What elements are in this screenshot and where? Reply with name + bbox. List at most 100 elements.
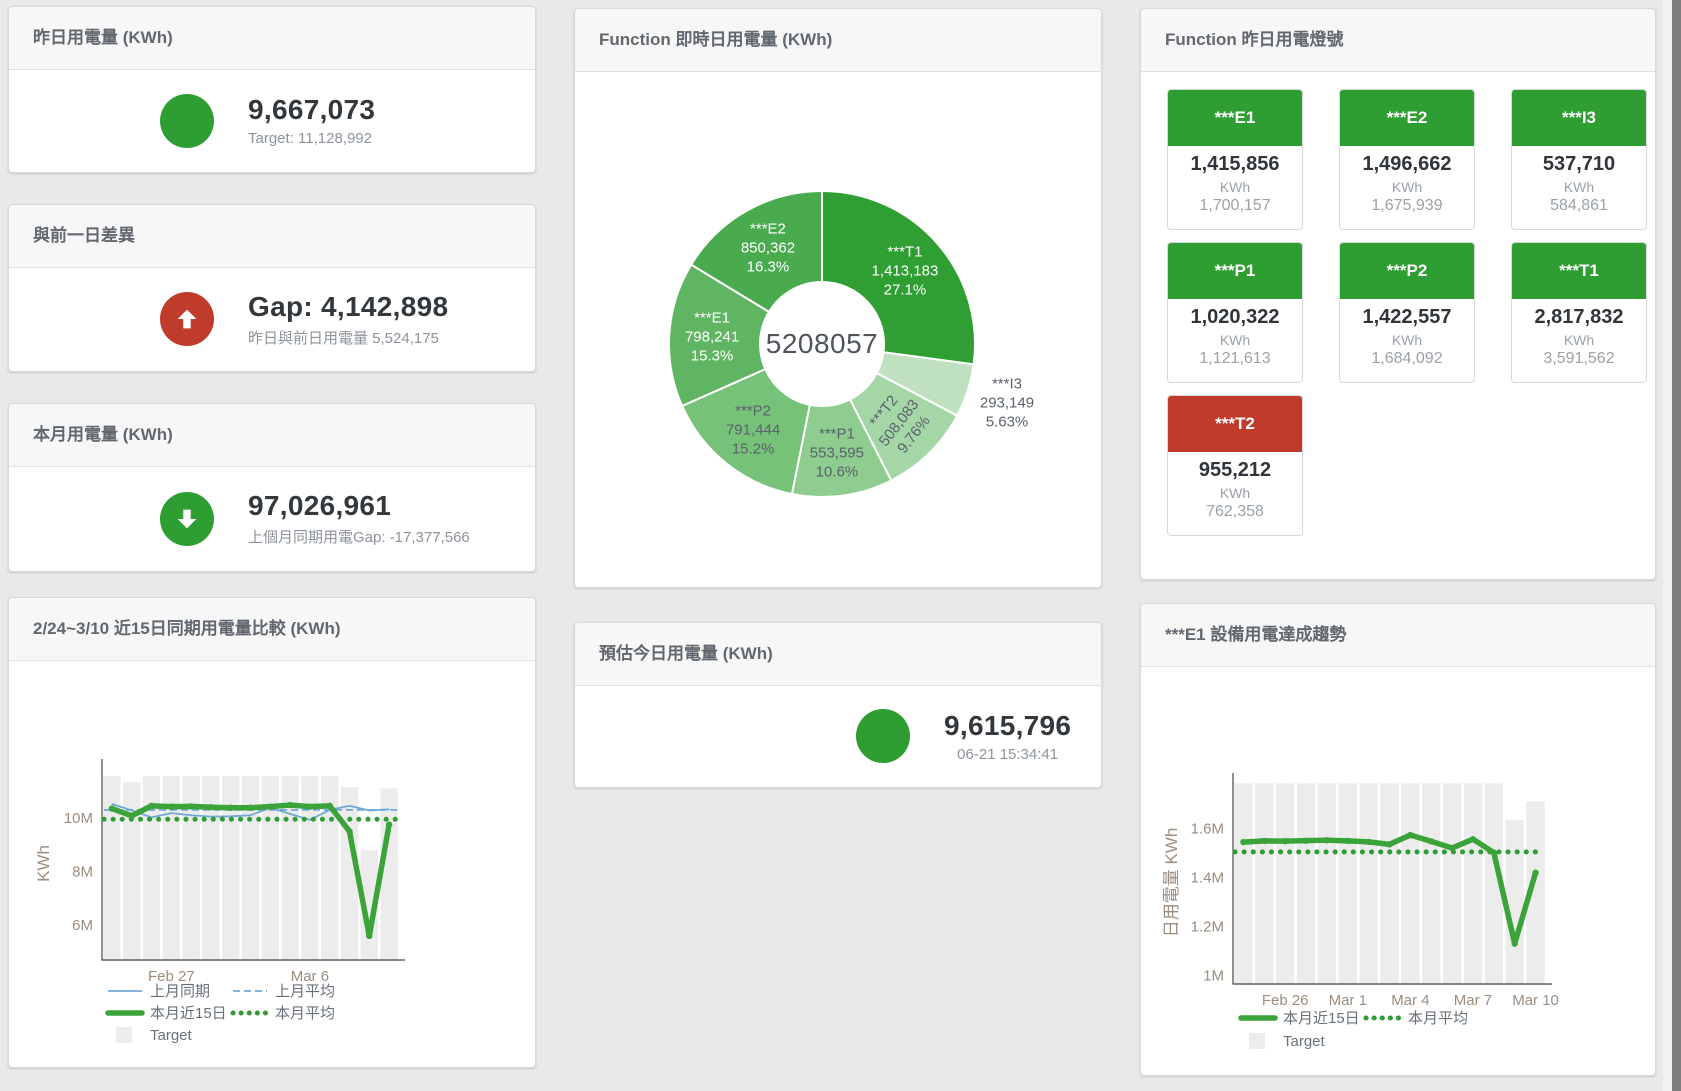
stat-row: 97,026,961 上個月同期用電Gap: -17,377,566: [9, 466, 535, 571]
device-tile-P1[interactable]: ***P11,020,322KWh1,121,613: [1167, 242, 1303, 383]
card-status-lights: Function 昨日用電燈號 ***E11,415,856KWh1,700,1…: [1140, 8, 1656, 580]
status-circle-icon: [856, 709, 910, 763]
data-point: [109, 805, 115, 811]
power-dashboard: 昨日用電量 (KWh) 9,667,073 Target: 11,128,992…: [0, 0, 1681, 1091]
data-point: [1345, 838, 1351, 844]
arrow-up-icon: [160, 292, 214, 346]
legend-item-上月同期[interactable]: 上月同期: [108, 983, 210, 1000]
device-tile-T2[interactable]: ***T2955,212KWh762,358: [1167, 395, 1303, 536]
tile-value: 2,817,832: [1512, 306, 1646, 329]
legend-item-本月平均[interactable]: 本月平均: [1366, 1010, 1468, 1027]
legend-label: 本月近15日: [1283, 1010, 1360, 1027]
data-point: [1428, 838, 1434, 844]
status-circle-icon: [160, 94, 214, 148]
scrollbar-thumb[interactable]: [1672, 0, 1681, 1091]
data-point: [1303, 837, 1309, 843]
card-realtime-donut: Function 即時日用電量 (KWh) 5208057 ***T11,413…: [574, 8, 1102, 588]
tile-value: 955,212: [1168, 459, 1302, 482]
data-point: [1491, 849, 1497, 855]
tile-unit: KWh: [1340, 332, 1474, 348]
stat-row: 9,667,073 Target: 11,128,992: [9, 69, 535, 172]
legend-item-Target[interactable]: Target: [1249, 1033, 1326, 1050]
stat-value: 97,026,961: [248, 490, 470, 522]
tile-value: 1,496,662: [1340, 153, 1474, 176]
tile-unit: KWh: [1168, 332, 1302, 348]
card-gap-previous-day: 與前一日差異 Gap: 4,142,898 昨日與前日用電量 5,524,175: [8, 204, 536, 372]
stat-subtext: Target: 11,128,992: [248, 130, 375, 147]
target-bar: [1443, 783, 1461, 984]
device-tile-T1[interactable]: ***T12,817,832KWh3,591,562: [1511, 242, 1647, 383]
device-tile-E2[interactable]: ***E21,496,662KWh1,675,939: [1339, 89, 1475, 230]
target-bar: [202, 776, 219, 960]
y-tick-label: 6M: [72, 917, 93, 934]
legend-label: Target: [150, 1027, 193, 1044]
data-point: [1282, 838, 1288, 844]
card-title: 昨日用電量 (KWh): [9, 7, 535, 70]
arrow-down-icon: [160, 492, 214, 546]
tile-target: 1,675,939: [1340, 197, 1474, 215]
data-point: [1386, 841, 1392, 847]
tile-label: ***T1: [1512, 243, 1646, 299]
legend-item-Target[interactable]: Target: [116, 1027, 193, 1044]
legend-item-本月平均[interactable]: 本月平均: [233, 1005, 335, 1022]
card-title: 預估今日用電量 (KWh): [575, 623, 1101, 686]
stat-row: 9,615,796 06-21 15:34:41: [575, 685, 1101, 787]
tile-target: 1,684,092: [1340, 350, 1474, 368]
device-tile-P2[interactable]: ***P21,422,557KWh1,684,092: [1339, 242, 1475, 383]
legend-swatch: [1249, 1033, 1265, 1049]
x-tick-label: Mar 1: [1329, 992, 1367, 1009]
data-point: [168, 803, 174, 809]
legend-label: 本月平均: [275, 1005, 335, 1022]
data-point: [188, 803, 194, 809]
target-bar: [222, 776, 239, 960]
y-tick-label: 1.2M: [1191, 919, 1224, 936]
legend-label: Target: [1283, 1033, 1326, 1050]
legend-swatch: [116, 1027, 132, 1043]
tile-target: 584,861: [1512, 197, 1646, 215]
target-bar: [242, 776, 259, 960]
tile-unit: KWh: [1512, 179, 1646, 195]
y-tick-label: 1.4M: [1191, 870, 1224, 887]
stat-value: 9,615,796: [944, 710, 1071, 742]
stat-subtext: 昨日與前日用電量 5,524,175: [248, 327, 448, 348]
x-tick-label: Mar 7: [1454, 992, 1492, 1009]
target-bar: [103, 776, 120, 960]
target-bar: [1464, 783, 1482, 984]
tile-label: ***P1: [1168, 243, 1302, 299]
data-point: [267, 803, 273, 809]
donut-label-E1: ***E1798,24115.3%: [685, 308, 739, 365]
data-point: [287, 802, 293, 808]
card-month-usage: 本月用電量 (KWh) 97,026,961 上個月同期用電Gap: -17,3…: [8, 403, 536, 572]
tile-target: 1,121,613: [1168, 350, 1302, 368]
stat-subtext: 上個月同期用電Gap: -17,377,566: [248, 526, 470, 547]
donut-label-I3: ***I3293,1495.63%: [980, 375, 1034, 432]
tile-label: ***I3: [1512, 90, 1646, 146]
data-point: [1512, 940, 1518, 946]
legend-item-本月近15日[interactable]: 本月近15日: [108, 1005, 227, 1022]
legend-item-上月平均[interactable]: 上月平均: [233, 983, 335, 1000]
tile-unit: KWh: [1512, 332, 1646, 348]
realtime-donut-chart[interactable]: 5208057 ***T11,413,18327.1%***I3293,1495…: [575, 71, 1101, 587]
stat-timestamp: 06-21 15:34:41: [944, 746, 1071, 763]
card-yesterday-usage: 昨日用電量 (KWh) 9,667,073 Target: 11,128,992: [8, 6, 536, 173]
data-point: [307, 803, 313, 809]
device-tile-I3[interactable]: ***I3537,710KWh584,861: [1511, 89, 1647, 230]
x-tick-label: Mar 10: [1512, 992, 1559, 1009]
donut-label-P2: ***P2791,44415.2%: [726, 401, 780, 458]
x-tick-label: Feb 26: [1262, 992, 1309, 1009]
stat-value: 9,667,073: [248, 94, 375, 126]
data-point: [1365, 839, 1371, 845]
data-point: [247, 805, 253, 811]
tile-unit: KWh: [1168, 485, 1302, 501]
e1-trend-chart: 1M1.2M1.4M1.6MFeb 26Mar 1Mar 4Mar 7Mar 1…: [1141, 666, 1657, 1077]
y-tick-label: 8M: [72, 864, 93, 881]
donut-total-value: 5208057: [766, 328, 879, 360]
y-axis-title: 日用電量 KWh: [1162, 828, 1181, 938]
y-axis-title: KWh: [34, 845, 53, 882]
legend-label: 上月平均: [275, 983, 335, 1000]
stat-value: Gap: 4,142,898: [248, 291, 448, 323]
lights-grid: ***E11,415,856KWh1,700,157 ***E21,496,662…: [1167, 89, 1647, 536]
legend-item-本月近15日[interactable]: 本月近15日: [1241, 1010, 1360, 1027]
device-tile-E1[interactable]: ***E11,415,856KWh1,700,157: [1167, 89, 1303, 230]
data-point: [1324, 837, 1330, 843]
